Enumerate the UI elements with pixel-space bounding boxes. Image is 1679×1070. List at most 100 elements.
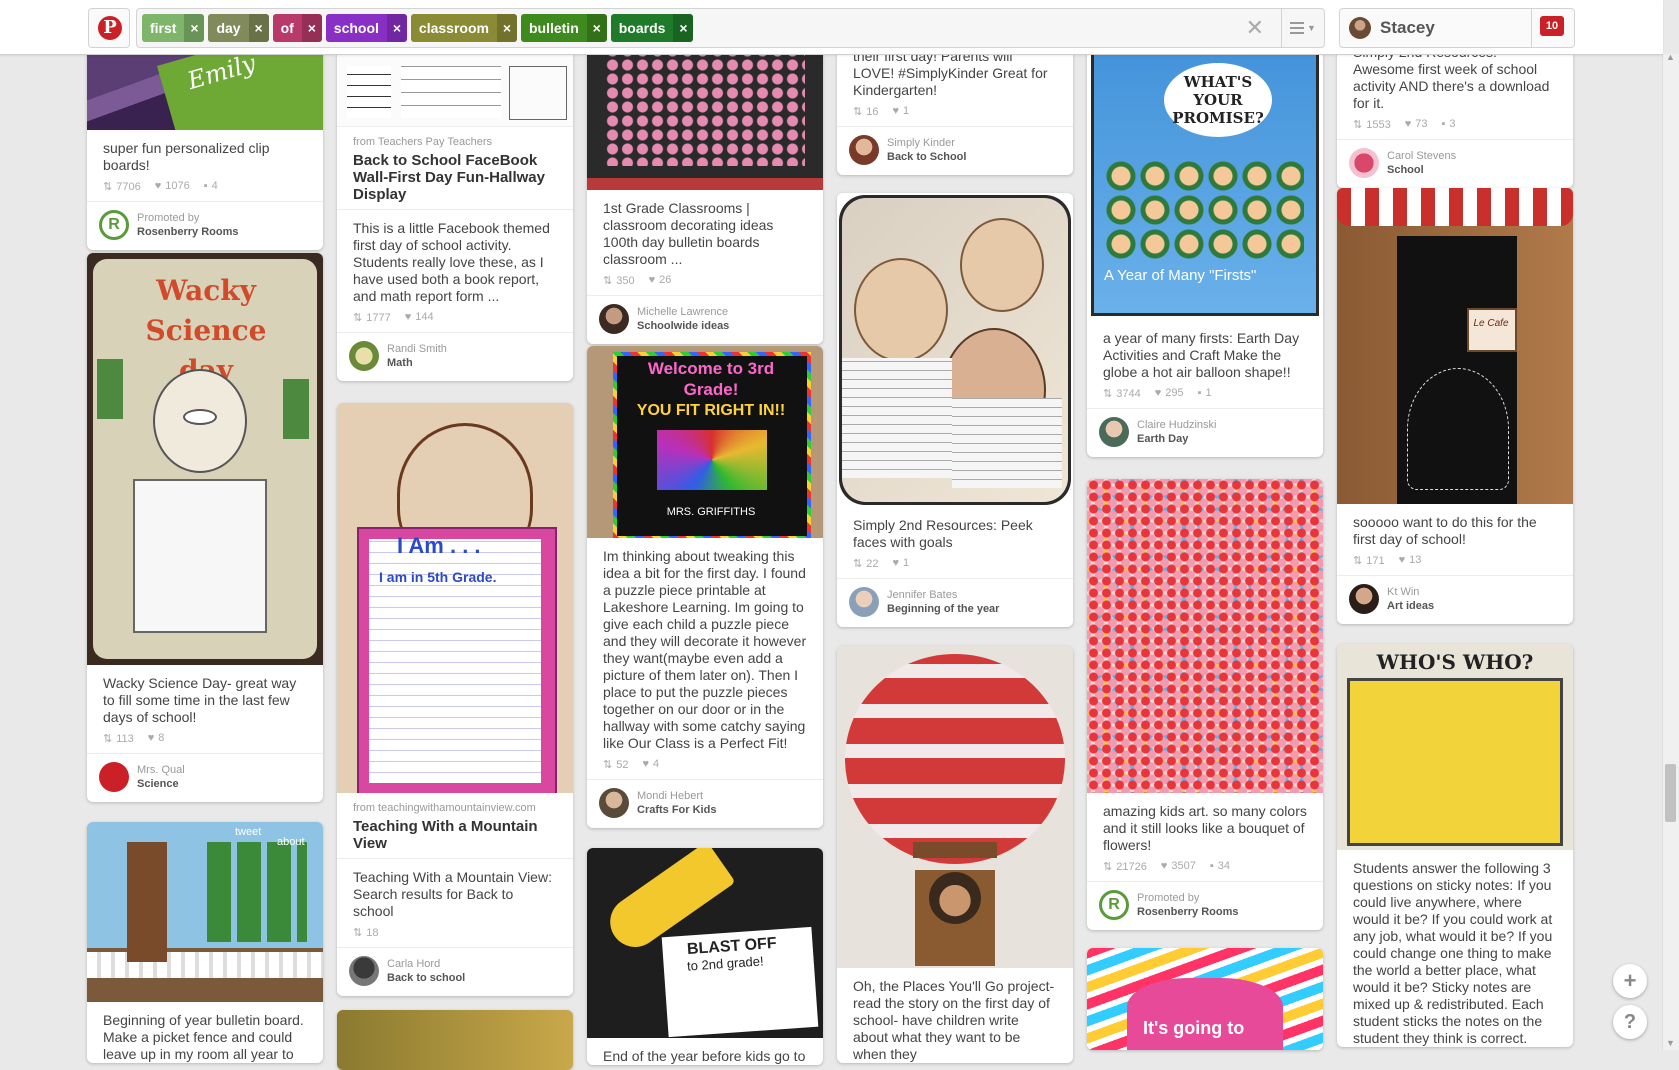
pin-attribution[interactable]: Kt Win Art ideas xyxy=(1337,575,1573,624)
search-bar[interactable]: first × day × of × school × classroom × … xyxy=(136,8,1325,48)
remove-tag-icon[interactable]: × xyxy=(248,14,269,42)
menu-button[interactable]: ▼ xyxy=(1281,9,1324,47)
pin-attribution[interactable]: Mondi Hebert Crafts For Kids xyxy=(587,779,823,828)
pin-attribution[interactable]: Michelle Lawrence Schoolwide ideas xyxy=(587,295,823,344)
pin-card[interactable]: Le Cafe sooooo want to do this for the f… xyxy=(1337,188,1573,624)
pin-card[interactable]: from Teachers Pay Teachers Back to Schoo… xyxy=(337,6,573,381)
pin-image[interactable] xyxy=(1087,479,1323,793)
pin-image[interactable]: I Am . . . I am in 5th Grade. xyxy=(337,403,573,793)
pin-image[interactable] xyxy=(837,193,1073,507)
pin-card[interactable]: 1st Grade Classrooms | classroom decorat… xyxy=(587,6,823,344)
search-tag[interactable]: day × xyxy=(208,14,269,42)
board-name[interactable]: Beginning of the year xyxy=(887,602,999,616)
pin-image[interactable]: Wacky Science day xyxy=(87,253,323,665)
pin-card[interactable]: Welcome to 3rd Grade! YOU FIT RIGHT IN!!… xyxy=(587,346,823,828)
pin-card[interactable]: their first day! Parents will LOVE! #Sim… xyxy=(837,36,1073,175)
pinner-name[interactable]: Jennifer Bates xyxy=(887,588,999,602)
board-name[interactable]: Math xyxy=(387,356,447,370)
board-name[interactable]: Back to School xyxy=(887,150,966,164)
remove-tag-icon[interactable]: × xyxy=(673,14,694,42)
pinner-name[interactable]: Carla Hord xyxy=(387,957,465,971)
pinner-name[interactable]: Mondi Hebert xyxy=(637,789,716,803)
pin-card[interactable]: WHO'S WHO? Students answer the following… xyxy=(1337,644,1573,1047)
pin-attribution[interactable]: R Promoted by Rosenberry Rooms xyxy=(87,201,323,250)
pin-image[interactable]: WHO'S WHO? xyxy=(1337,644,1573,850)
avatar xyxy=(849,587,879,617)
pin-attribution[interactable]: Simply Kinder Back to School xyxy=(837,126,1073,175)
pin-card[interactable]: It's going to xyxy=(1087,948,1323,1050)
pin-image[interactable]: It's going to xyxy=(1087,948,1323,1050)
notification-badge[interactable]: 10 xyxy=(1540,16,1564,36)
remove-tag-icon[interactable]: × xyxy=(301,14,322,42)
pin-source[interactable]: from teachingwithamountainview.com xyxy=(337,793,573,814)
pinner-name[interactable]: Mrs. Qual xyxy=(137,763,185,777)
board-name[interactable]: Schoolwide ideas xyxy=(637,319,729,333)
pinner-name[interactable]: Randi Smith xyxy=(387,342,447,356)
search-tag[interactable]: boards × xyxy=(610,14,694,42)
pin-card[interactable]: WHAT'S YOUR PROMISE? A Year of Many "Fir… xyxy=(1087,6,1323,457)
scroll-up-icon[interactable]: ▲ xyxy=(1666,52,1675,62)
pin-card[interactable]: Oh, the Places You'll Go project- read t… xyxy=(837,646,1073,1063)
pin-card[interactable]: I Am . . . I am in 5th Grade. from teach… xyxy=(337,403,573,996)
pinner-name[interactable]: Kt Win xyxy=(1387,585,1434,599)
board-name[interactable]: Back to school xyxy=(387,971,465,985)
avatar xyxy=(1349,148,1379,178)
pin-image[interactable] xyxy=(337,1010,573,1070)
search-tag[interactable]: of × xyxy=(272,14,322,42)
board-name[interactable]: School xyxy=(1387,163,1456,177)
pinner-name[interactable]: Carol Stevens xyxy=(1387,149,1456,163)
like-count: 13 xyxy=(1399,554,1421,567)
search-tag[interactable]: bulletin × xyxy=(520,14,607,42)
search-tag[interactable]: school × xyxy=(325,14,407,42)
board-name[interactable]: Earth Day xyxy=(1137,432,1216,446)
search-tag[interactable]: first × xyxy=(142,14,205,42)
pinner-name[interactable]: Michelle Lawrence xyxy=(637,305,729,319)
attribution-name[interactable]: Rosenberry Rooms xyxy=(137,225,238,239)
pin-card[interactable]: Simply 2nd Resources: Peek faces with go… xyxy=(837,193,1073,627)
pin-card[interactable]: tweet about Beginning of year bulletin b… xyxy=(87,822,323,1063)
pin-card[interactable]: Wacky Science day Wacky Science Day- gre… xyxy=(87,253,323,802)
add-pin-button[interactable]: + xyxy=(1613,964,1647,998)
clear-search-icon[interactable]: ✕ xyxy=(1246,15,1264,41)
pin-card[interactable]: amazing kids art. so many colors and it … xyxy=(1087,479,1323,930)
user-name[interactable]: Stacey xyxy=(1380,18,1435,38)
pin-attribution[interactable]: Claire Hudzinski Earth Day xyxy=(1087,408,1323,457)
pin-card[interactable]: BLAST OFF to 2nd grade! End of the year … xyxy=(587,848,823,1065)
pin-image[interactable] xyxy=(837,646,1073,968)
pin-attribution[interactable]: Mrs. Qual Science xyxy=(87,753,323,802)
remove-tag-icon[interactable]: × xyxy=(386,14,407,42)
pinner-name[interactable]: Simply Kinder xyxy=(887,136,966,150)
pin-title[interactable]: Teaching With a Mountain View xyxy=(337,814,573,858)
repin-count: 22 xyxy=(853,557,878,570)
pin-card[interactable]: Simply 2nd Resources: Awesome first week… xyxy=(1337,36,1573,188)
pin-card[interactable] xyxy=(337,1010,573,1070)
scrollbar[interactable]: ▲ ▼ xyxy=(1662,52,1679,1050)
pin-image[interactable]: tweet about xyxy=(87,822,323,1002)
pin-source[interactable]: from Teachers Pay Teachers xyxy=(337,127,573,148)
user-menu[interactable]: Stacey 10 xyxy=(1339,8,1575,48)
pin-attribution[interactable]: Carol Stevens School xyxy=(1337,139,1573,188)
scroll-down-icon[interactable]: ▼ xyxy=(1666,1038,1675,1048)
avatar[interactable] xyxy=(1349,17,1371,39)
board-name[interactable]: Science xyxy=(137,777,185,791)
pin-attribution[interactable]: Randi Smith Math xyxy=(337,332,573,381)
pinner-name[interactable]: Claire Hudzinski xyxy=(1137,418,1216,432)
scrollbar-thumb[interactable] xyxy=(1665,764,1676,822)
help-button[interactable]: ? xyxy=(1613,1005,1647,1039)
remove-tag-icon[interactable]: × xyxy=(184,14,205,42)
board-name[interactable]: Art ideas xyxy=(1387,599,1434,613)
board-name[interactable]: Crafts For Kids xyxy=(637,803,716,817)
pin-attribution[interactable]: R Promoted by Rosenberry Rooms xyxy=(1087,881,1323,930)
attribution-name[interactable]: Rosenberry Rooms xyxy=(1137,905,1238,919)
pin-image[interactable]: BLAST OFF to 2nd grade! xyxy=(587,848,823,1038)
remove-tag-icon[interactable]: × xyxy=(586,14,607,42)
search-tag[interactable]: classroom × xyxy=(410,14,517,42)
pin-attribution[interactable]: Jennifer Bates Beginning of the year xyxy=(837,578,1073,627)
pin-title[interactable]: Back to School FaceBook Wall-First Day F… xyxy=(337,148,573,209)
pin-attribution[interactable]: Carla Hord Back to school xyxy=(337,947,573,996)
pinterest-logo-button[interactable]: P xyxy=(88,8,130,48)
pin-image[interactable]: Le Cafe xyxy=(1337,188,1573,504)
like-count: 26 xyxy=(649,274,671,287)
remove-tag-icon[interactable]: × xyxy=(496,14,517,42)
pin-image[interactable]: Welcome to 3rd Grade! YOU FIT RIGHT IN!!… xyxy=(587,346,823,538)
